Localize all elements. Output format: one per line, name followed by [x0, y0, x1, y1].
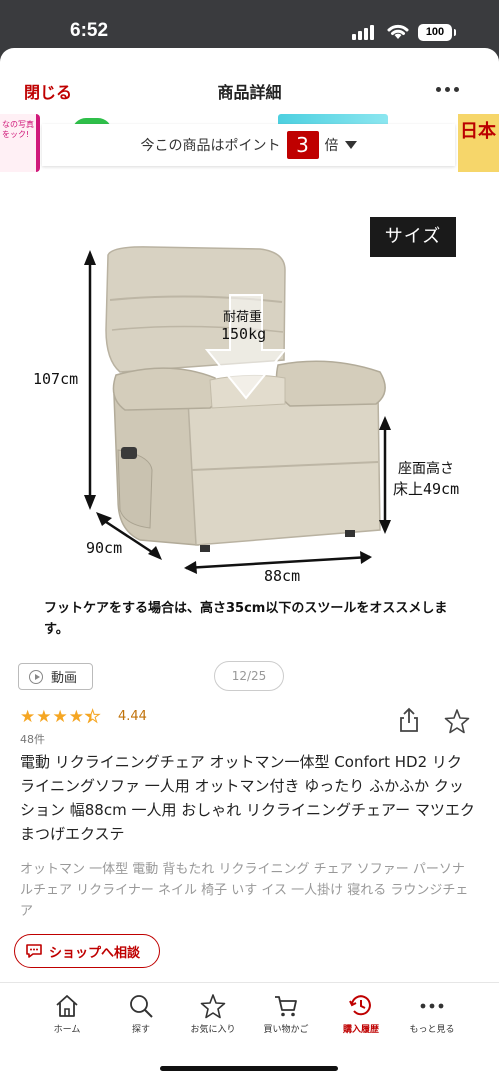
contact-shop-button[interactable]: ショップへ相談 — [14, 934, 160, 968]
nav-bar: 閉じる 商品詳細 — [0, 48, 499, 112]
points-banner[interactable]: 今この商品はポイント 3 倍 — [42, 124, 455, 166]
star-icon: ★ — [36, 706, 52, 727]
load-value: 150kg — [221, 325, 267, 343]
home-icon — [56, 995, 78, 1017]
rating-value[interactable]: 4.44 — [118, 709, 147, 724]
history-icon — [349, 995, 371, 1016]
height-dimension: 107cm — [33, 370, 79, 388]
points-suffix: 倍 — [324, 138, 339, 154]
points-multiplier-badge: 3 — [286, 131, 319, 159]
image-pager: 12/25 — [214, 661, 284, 691]
status-time: 6:52 — [70, 20, 109, 41]
tab-history-label: 購入履歴 — [342, 1025, 379, 1035]
wifi-icon — [387, 24, 409, 39]
tab-favorites[interactable]: お気に入り — [173, 993, 253, 1035]
battery-icon: 100 — [418, 24, 456, 41]
product-tags: オットマン 一体型 電動 背もたれ リクライニング チェア ソファー パーソナル… — [20, 862, 469, 919]
seat-height-value: 床上49cm — [393, 480, 460, 498]
tab-search-label: 探す — [131, 1025, 150, 1035]
banner-right-ad[interactable]: 日本 — [458, 114, 499, 172]
tab-home[interactable]: ホーム — [27, 993, 107, 1035]
more-options-icon[interactable] — [436, 87, 460, 93]
footcare-note: フットケアをする場合は、高さ35cm以下のスツールをオススメします。 — [44, 601, 448, 637]
width-dimension: 88cm — [264, 567, 301, 585]
home-indicator — [160, 1066, 338, 1071]
banner-left-ad[interactable]: なの写真をック! — [0, 114, 40, 172]
seat-height-label: 座面高さ — [398, 461, 454, 477]
tab-cart-label: 買い物かご — [263, 1025, 309, 1035]
half-star-icon: ★ — [84, 706, 101, 727]
play-icon — [29, 669, 43, 684]
product-title: 電動 リクライニングチェア オットマン一体型 Confort HD2 リクライニ… — [20, 753, 475, 843]
points-prefix: 今この商品はポイント — [140, 138, 281, 154]
cart-icon — [275, 996, 297, 1017]
tab-more-label: もっと見る — [409, 1025, 455, 1035]
load-label: 耐荷重 — [223, 310, 263, 325]
search-icon — [130, 995, 153, 1018]
rating-stars[interactable]: ★ ★ ★ ★ ★ — [20, 706, 101, 727]
star-icon — [200, 994, 226, 1019]
chat-icon — [26, 944, 42, 958]
caret-down-icon — [344, 141, 357, 149]
tab-favorites-label: お気に入り — [190, 1025, 236, 1035]
video-label: 動画 — [51, 671, 78, 686]
tab-cart[interactable]: 買い物かご — [246, 993, 326, 1035]
star-icon: ★ — [68, 706, 84, 727]
video-button[interactable]: 動画 — [18, 663, 93, 690]
signal-icon — [352, 24, 378, 40]
review-count[interactable]: 48件 — [20, 731, 45, 747]
tab-home-label: ホーム — [53, 1025, 81, 1035]
status-bar: 6:52 100 — [0, 0, 499, 48]
promo-banner[interactable]: なの写真をック! 日本 今この商品はポイント 3 倍 — [0, 112, 499, 174]
page-title: 商品詳細 — [217, 83, 282, 102]
star-icon: ★ — [52, 706, 68, 727]
star-icon: ★ — [20, 706, 36, 727]
share-icon[interactable] — [398, 707, 420, 733]
depth-dimension: 90cm — [86, 539, 123, 557]
tab-search[interactable]: 探す — [101, 993, 181, 1035]
contact-shop-label: ショップへ相談 — [49, 945, 141, 961]
more-icon — [420, 1003, 444, 1009]
favorite-star-icon[interactable] — [444, 708, 470, 734]
tab-more[interactable]: もっと見る — [392, 993, 472, 1035]
tab-history[interactable]: 購入履歴 — [321, 993, 401, 1035]
size-tag: サイズ — [370, 217, 456, 257]
